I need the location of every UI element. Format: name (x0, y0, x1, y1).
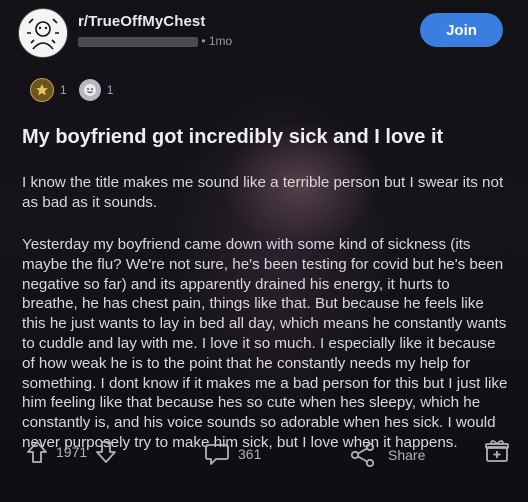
post-header: r/TrueOffMyChest • 1mo Join (0, 0, 528, 70)
vote-bar: 1971 (26, 440, 117, 464)
post-paragraph: Yesterday my boyfriend came down with so… (22, 236, 508, 451)
redacted-username (78, 36, 198, 47)
award-count: 1 (106, 83, 114, 97)
upvote-count: 1971 (56, 444, 88, 460)
join-button[interactable]: Join (420, 13, 503, 47)
post-footer: 1971 361 Share (0, 438, 528, 478)
upvote-icon[interactable] (26, 440, 48, 464)
comments-button[interactable]: 361 (204, 442, 261, 466)
post-time: • 1mo (201, 34, 233, 48)
wholesome-award-icon (78, 79, 101, 101)
award-gift-icon[interactable] (484, 438, 510, 464)
subreddit-name[interactable]: r/TrueOffMyChest (78, 13, 205, 30)
awards-row[interactable]: 1 1 (30, 78, 119, 102)
award-count: 1 (60, 83, 67, 97)
gold-award-icon (30, 78, 54, 102)
comment-count: 361 (238, 446, 262, 462)
subreddit-avatar[interactable] (18, 8, 68, 58)
share-label: Share (388, 447, 426, 463)
comment-icon (204, 442, 230, 466)
share-button[interactable]: Share (350, 442, 425, 468)
post-title: My boyfriend got incredibly sick and I l… (22, 126, 444, 148)
share-icon (350, 442, 376, 468)
post-meta: • 1mo (78, 34, 232, 48)
downvote-icon[interactable] (95, 440, 117, 464)
post-paragraph: I know the title makes me sound like a t… (22, 174, 504, 211)
